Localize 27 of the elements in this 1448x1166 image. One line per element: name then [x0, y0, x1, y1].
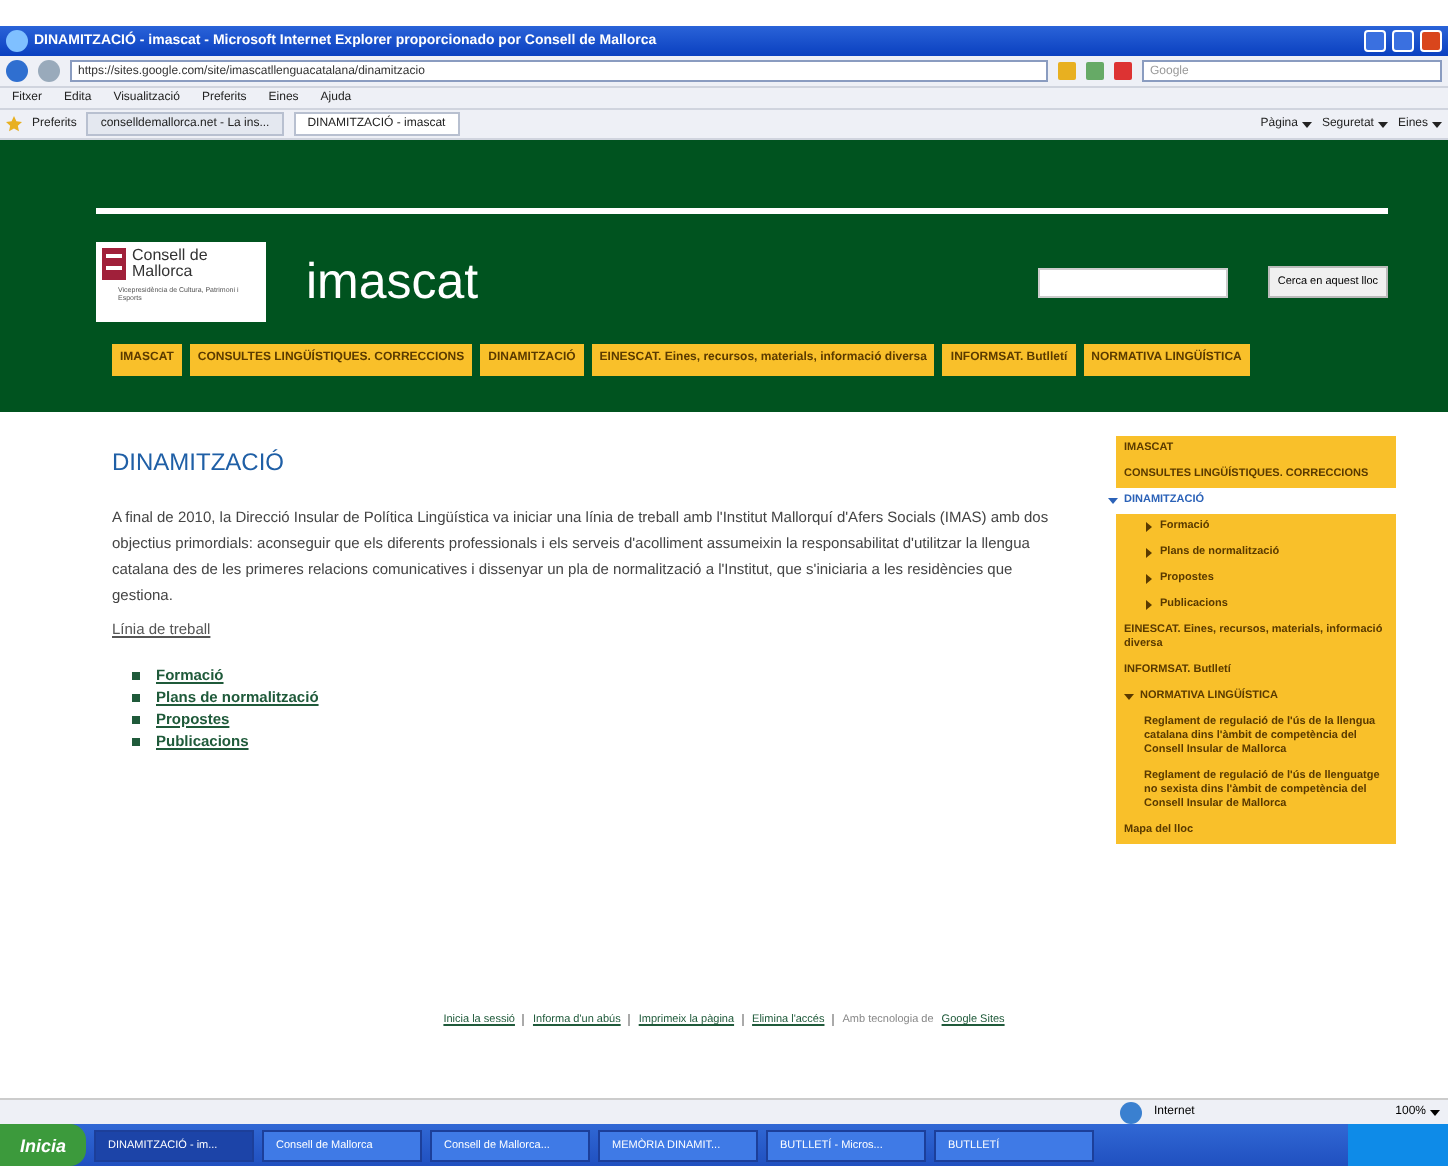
caret-down-icon [1301, 120, 1312, 130]
crest-icon [102, 248, 126, 280]
bullet-icon [132, 715, 140, 723]
caret-down-icon [1432, 120, 1442, 130]
bullet-icon [132, 693, 140, 701]
back-button[interactable] [6, 60, 28, 82]
system-tray [1348, 1124, 1448, 1166]
caret-down-icon[interactable] [1108, 496, 1118, 506]
caret-down-icon [1430, 1108, 1440, 1118]
bullet-icon [132, 737, 140, 745]
bullet-icon [132, 671, 140, 679]
maximize-button[interactable] [1392, 30, 1414, 52]
caret-right-icon[interactable] [1144, 574, 1154, 584]
minimize-button[interactable] [1364, 30, 1386, 52]
logo-name: Mallorca [132, 264, 195, 280]
caret-right-icon[interactable] [1144, 548, 1154, 558]
logo-name: Consell de [132, 248, 208, 264]
caret-down-icon[interactable] [1124, 692, 1134, 702]
caret-right-icon[interactable] [1144, 522, 1154, 532]
caret-right-icon[interactable] [1144, 600, 1154, 610]
start-button[interactable]: Inicia [0, 1124, 87, 1166]
star-icon[interactable] [6, 116, 22, 132]
close-button[interactable] [1420, 30, 1442, 52]
site-search-field[interactable] [1037, 267, 1228, 297]
caret-down-icon [1377, 120, 1388, 130]
page-heading: DINAMITZACIÓ [112, 448, 286, 476]
site-title: imascat [306, 253, 481, 311]
